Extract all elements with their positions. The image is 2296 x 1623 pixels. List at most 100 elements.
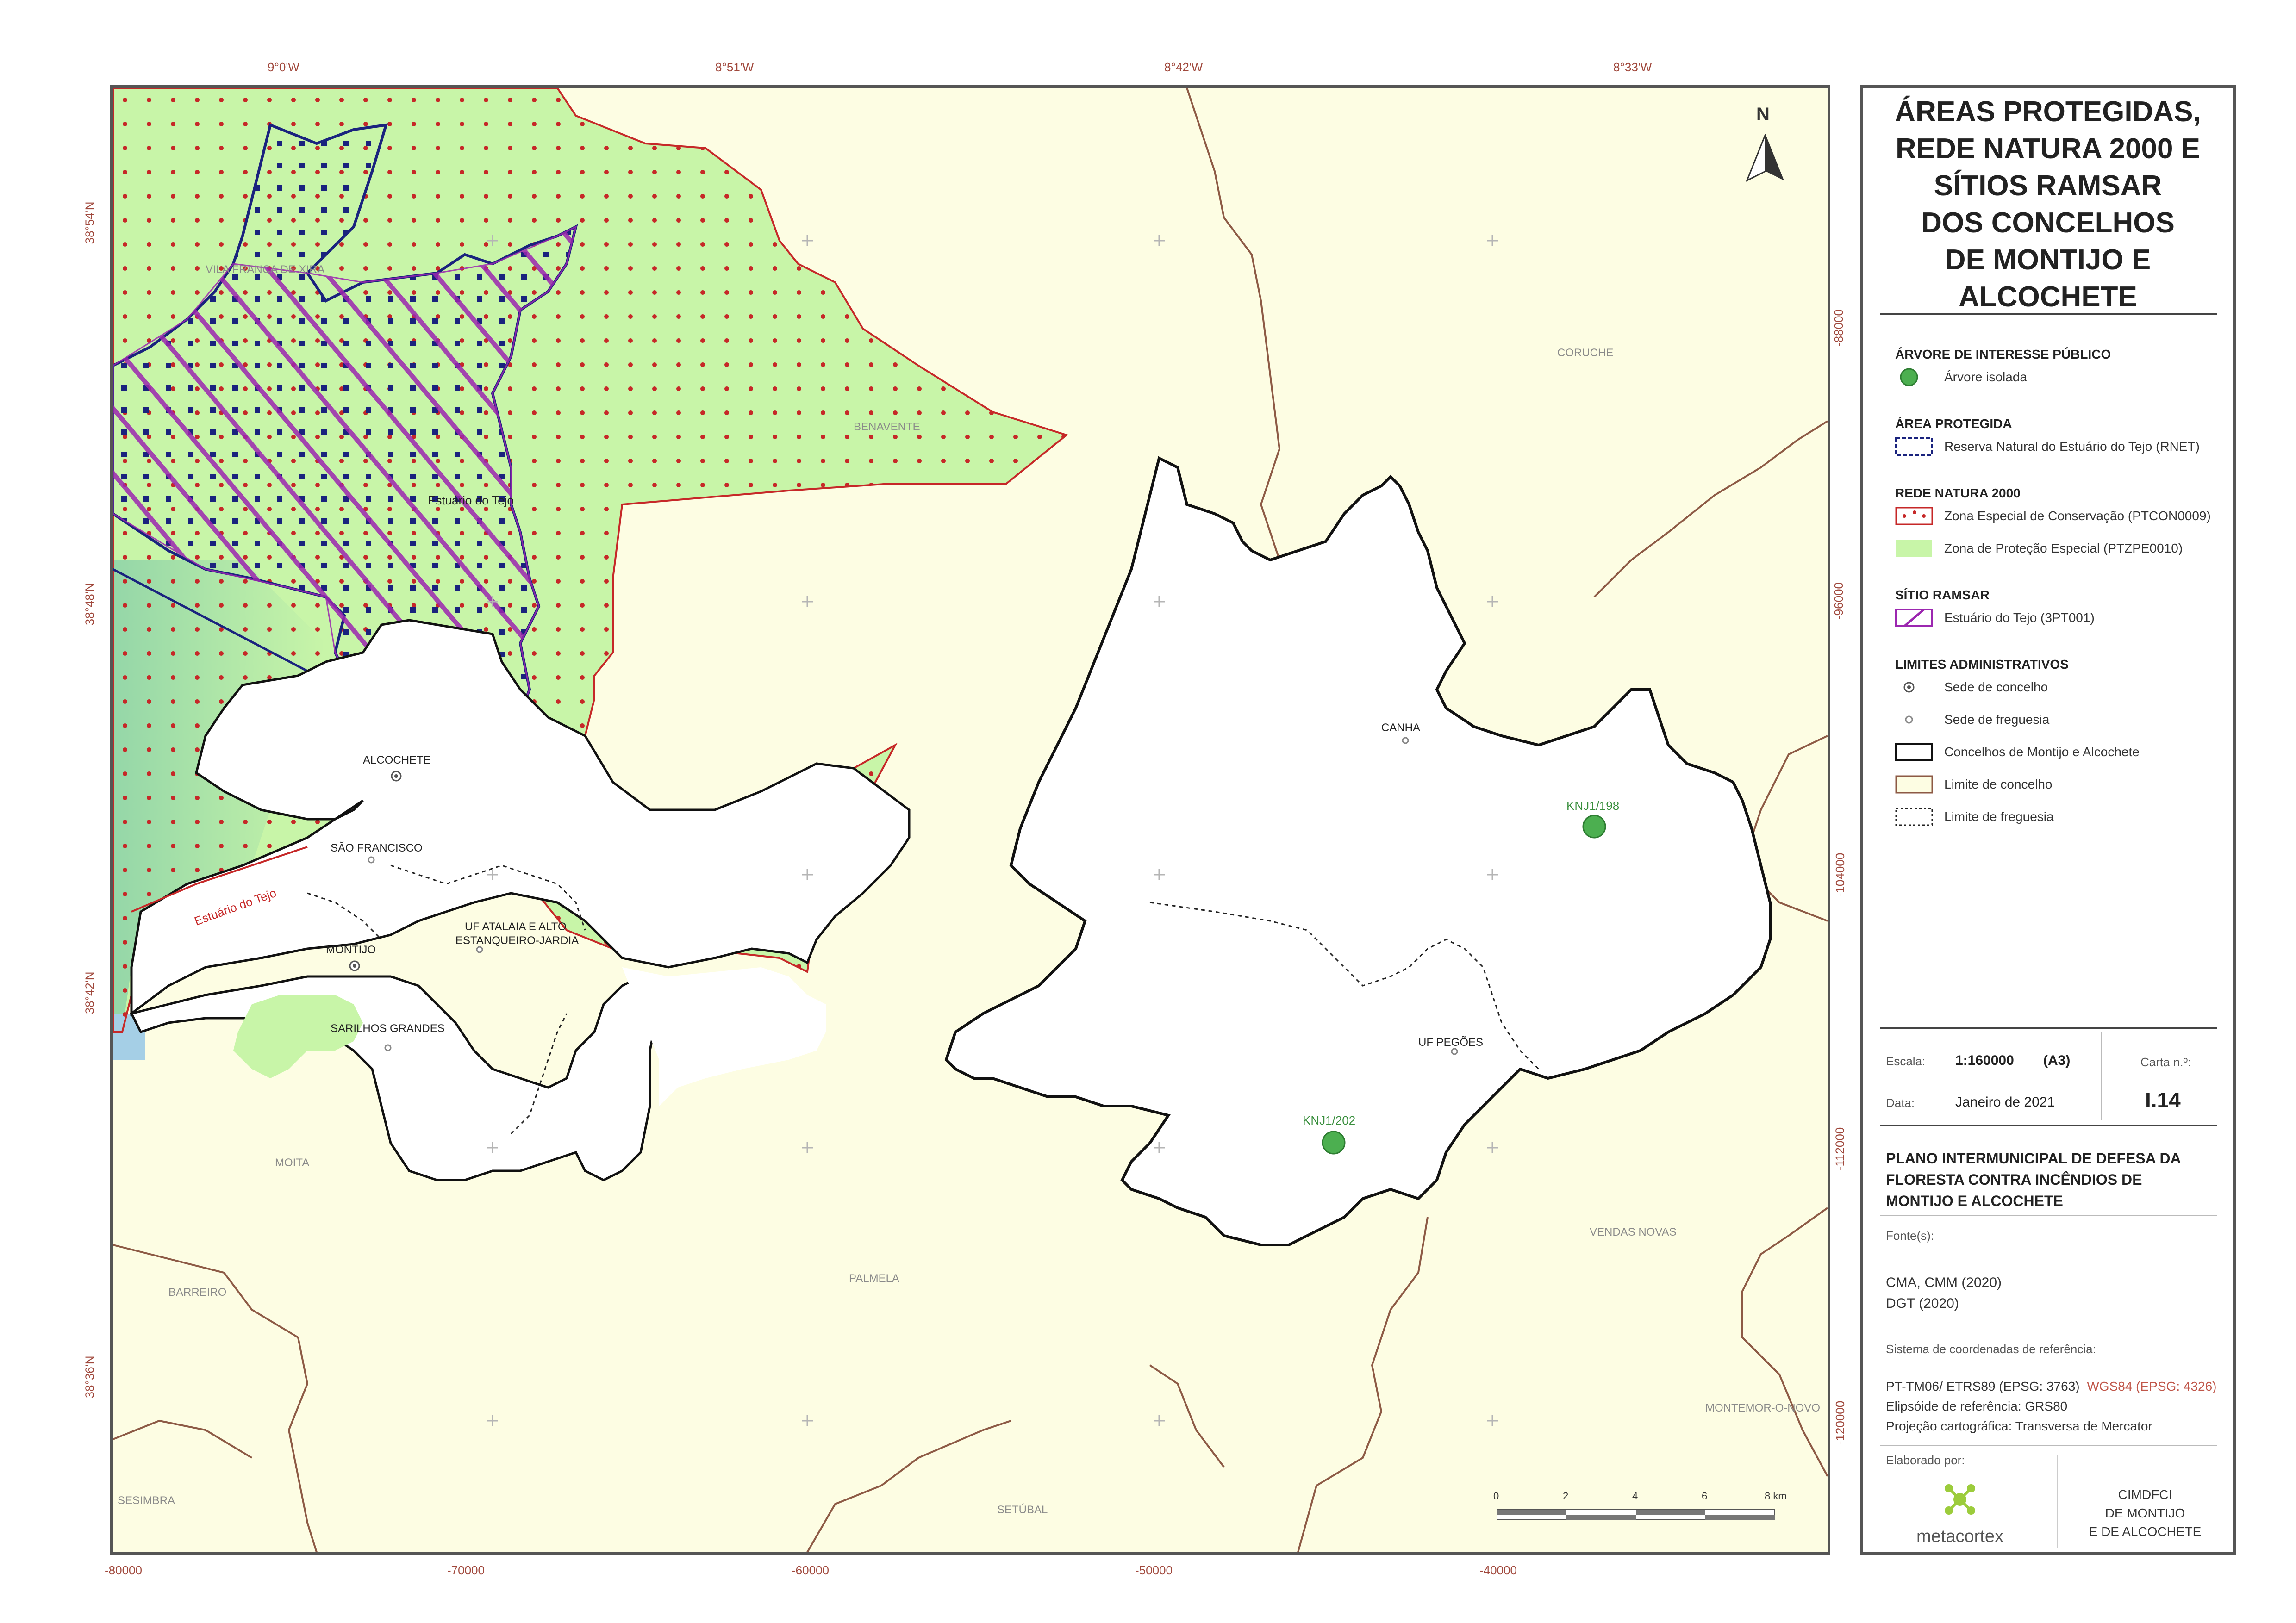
scale-tick-8: 8 km bbox=[1765, 1490, 1787, 1502]
legend-item-zec: Zona Especial de Conservação (PTCON0009) bbox=[1895, 504, 2211, 528]
north-label: N bbox=[1756, 104, 1770, 124]
concelhos-swatch-icon bbox=[1895, 743, 1933, 761]
left-coord-3: 38°36'N bbox=[82, 1356, 97, 1399]
sede-freguesia-canha bbox=[1402, 737, 1409, 744]
legend-label-ramsar: Estuário do Tejo (3PT001) bbox=[1944, 610, 2095, 625]
legend-label-sede-freguesia: Sede de freguesia bbox=[1944, 712, 2050, 727]
escala-value: 1:160000 bbox=[1955, 1053, 2014, 1068]
legend-item-limite-freguesia: Limite de freguesia bbox=[1895, 805, 2054, 828]
scale-tick-0: 0 bbox=[1493, 1490, 1499, 1502]
label-estuario: Estuário do Tejo bbox=[428, 493, 514, 507]
top-coord-3: 8°33'W bbox=[1613, 60, 1652, 74]
data-label: Data: bbox=[1886, 1096, 1915, 1110]
metacortex-logo-text: metacortex bbox=[1916, 1527, 2003, 1546]
label-sao-francisco: SÃO FRANCISCO bbox=[331, 842, 423, 854]
org-line-2: DE MONTIJO bbox=[2105, 1506, 2185, 1520]
label-montemor: MONTEMOR-O-NOVO bbox=[1705, 1402, 1820, 1414]
scale-tick-6: 6 bbox=[1702, 1490, 1707, 1502]
sistema-line-1: PT-TM06/ ETRS89 (EPSG: 3763) WGS84 (EPSG… bbox=[1886, 1379, 2216, 1394]
fonte-1: CMA, CMM (2020) bbox=[1886, 1275, 2002, 1290]
legend-label-zec: Zona Especial de Conservação (PTCON0009) bbox=[1944, 509, 2211, 523]
title-line-4: DOS CONCELHOS bbox=[1921, 207, 2175, 239]
label-montijo: MONTIJO bbox=[326, 944, 376, 956]
org-block: CIMDFCI DE MONTIJO E DE ALCOCHETE bbox=[2062, 1486, 2228, 1541]
sede-freguesia-atalaia bbox=[476, 946, 483, 953]
tree-label-knj1-198: KNJ1/198 bbox=[1566, 799, 1619, 813]
title-line-1: ÁREAS PROTEGIDAS, bbox=[1895, 96, 2201, 128]
limite-concelho-icon bbox=[1895, 775, 1933, 794]
rnet-swatch-icon bbox=[1895, 437, 1933, 456]
label-uf-pegoes: UF PEGÕES bbox=[1418, 1036, 1483, 1049]
legend-item-ramsar: Estuário do Tejo (3PT001) bbox=[1895, 606, 2095, 629]
legend-label-arvore: Árvore isolada bbox=[1944, 370, 2027, 384]
tree-label-knj1-202: KNJ1/202 bbox=[1303, 1113, 1355, 1127]
org-line-3: E DE ALCOCHETE bbox=[2089, 1524, 2202, 1539]
legend-head-arvore: ÁRVORE DE INTERESSE PÚBLICO bbox=[1895, 347, 2111, 361]
right-coord-2: -104000 bbox=[1833, 852, 1847, 897]
sistema-line-3: Projeção cartográfica: Transversa de Mer… bbox=[1886, 1419, 2152, 1433]
legend-label-limite-freguesia: Limite de freguesia bbox=[1944, 809, 2054, 824]
map-canvas[interactable]: VILA FRANCA DE XIRA BENAVENTE CORUCHE Es… bbox=[113, 88, 1828, 1552]
right-coord-0: -88000 bbox=[1831, 309, 1846, 347]
top-coord-2: 8°42'W bbox=[1164, 60, 1203, 74]
paper-size: (A3) bbox=[2043, 1053, 2071, 1068]
bottom-coord-4: -40000 bbox=[1479, 1563, 1517, 1577]
tree-knj1-202[interactable] bbox=[1322, 1131, 1346, 1155]
data-value: Janeiro de 2021 bbox=[1955, 1094, 2055, 1110]
sede-freguesia-icon bbox=[1905, 715, 1913, 724]
legend-item-limite-concelho: Limite de concelho bbox=[1895, 773, 2052, 796]
org-vertical-divider bbox=[2057, 1455, 2058, 1548]
sistema-divider bbox=[1880, 1445, 2217, 1446]
right-coord-3: -112000 bbox=[1833, 1127, 1847, 1171]
title-line-2: REDE NATURA 2000 E bbox=[1895, 133, 2201, 165]
title-divider bbox=[1880, 313, 2217, 315]
top-coord-1: 8°51'W bbox=[715, 60, 754, 74]
map-frame: VILA FRANCA DE XIRA BENAVENTE CORUCHE Es… bbox=[110, 85, 1830, 1555]
sistema-line-2: Elipsóide de referência: GRS80 bbox=[1886, 1399, 2068, 1413]
zec-swatch-icon bbox=[1895, 507, 1933, 525]
info-vertical-divider bbox=[2101, 1032, 2102, 1120]
legend-head-area: ÁREA PROTEGIDA bbox=[1895, 417, 2012, 431]
legend-item-sede-concelho: Sede de concelho bbox=[1895, 676, 2048, 699]
label-sarilhos: SARILHOS GRANDES bbox=[331, 1022, 445, 1035]
scale-tick-2: 2 bbox=[1563, 1490, 1568, 1502]
legend-label-sede-concelho: Sede de concelho bbox=[1944, 680, 2048, 694]
left-coord-0: 38°54'N bbox=[82, 201, 97, 244]
sede-freguesia-sarilhos bbox=[384, 1044, 392, 1051]
label-vendas-novas: VENDAS NOVAS bbox=[1590, 1226, 1677, 1238]
label-sesimbra: SESIMBRA bbox=[118, 1494, 175, 1507]
scale-tick-4: 4 bbox=[1632, 1490, 1638, 1502]
legend-label-concelhos: Concelhos de Montijo e Alcochete bbox=[1944, 745, 2140, 759]
limite-freguesia-icon bbox=[1895, 808, 1933, 826]
zpe-swatch-icon bbox=[1896, 540, 1932, 557]
legend-head-ramsar: SÍTIO RAMSAR bbox=[1895, 588, 1990, 602]
right-coord-1: -96000 bbox=[1831, 582, 1846, 620]
title-line-3: SÍTIOS RAMSAR bbox=[1934, 170, 2162, 202]
sistema-ptm06: PT-TM06/ ETRS89 (EPSG: 3763) bbox=[1886, 1379, 2080, 1393]
plan-divider bbox=[1880, 1215, 2217, 1216]
legend-head-limites: LIMITES ADMINISTRATIVOS bbox=[1895, 657, 2069, 672]
legend-label-zpe: Zona de Proteção Especial (PTZPE0010) bbox=[1944, 541, 2183, 555]
sede-freguesia-pegoes bbox=[1451, 1048, 1458, 1055]
bottom-coord-1: -70000 bbox=[447, 1563, 485, 1577]
org-line-1: CIMDFCI bbox=[2118, 1487, 2172, 1502]
fonte-2: DGT (2020) bbox=[1886, 1296, 1959, 1311]
sede-freguesia-sao-francisco bbox=[368, 856, 375, 864]
bottom-coord-3: -50000 bbox=[1135, 1563, 1173, 1577]
legend-head-natura: REDE NATURA 2000 bbox=[1895, 486, 2021, 500]
tree-knj1-198[interactable] bbox=[1582, 815, 1606, 839]
label-coruche: CORUCHE bbox=[1557, 347, 1613, 359]
title-line-6: ALCOCHETE bbox=[1959, 281, 2137, 313]
label-vila-franca: VILA FRANCA DE XIRA bbox=[206, 263, 324, 276]
label-canha: CANHA bbox=[1381, 721, 1420, 734]
right-coord-4: -120000 bbox=[1833, 1400, 1847, 1445]
top-coord-0: 9°0'W bbox=[268, 60, 299, 74]
legend-panel: ÁREAS PROTEGIDAS, REDE NATURA 2000 E SÍT… bbox=[1860, 85, 2236, 1555]
title-line-5: DE MONTIJO E bbox=[1945, 244, 2151, 276]
metacortex-logo-icon bbox=[1945, 1484, 1975, 1515]
escala-label: Escala: bbox=[1886, 1054, 1926, 1068]
left-coord-1: 38°48'N bbox=[82, 583, 97, 626]
label-moita: MOITA bbox=[275, 1157, 309, 1169]
legend-item-zpe: Zona de Proteção Especial (PTZPE0010) bbox=[1895, 537, 2183, 560]
plan-title: PLANO INTERMUNICIPAL DE DEFESA DA FLORES… bbox=[1886, 1150, 2181, 1209]
